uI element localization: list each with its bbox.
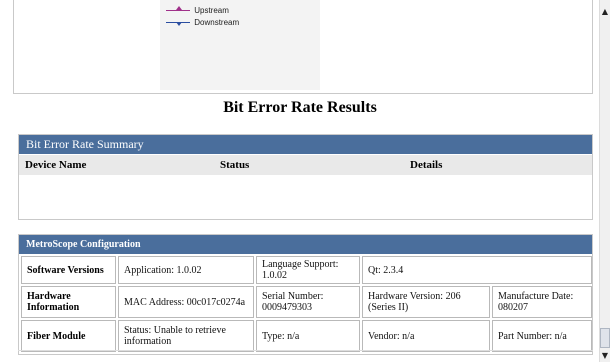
table-row: Software Versions Application: 1.0.02 La… [21, 256, 592, 284]
next-section-edge [18, 350, 593, 362]
cell-fiber-part-number: Part Number: n/a [492, 320, 592, 352]
page-title: Bit Error Rate Results [223, 99, 377, 116]
bert-summary-header: Bit Error Rate Summary [19, 135, 592, 154]
cell-fiber-status: Status: Unable to retrieve information [118, 320, 254, 352]
metroscope-config-table: Software Versions Application: 1.0.02 La… [19, 254, 594, 354]
row-label: Software Versions [21, 256, 116, 284]
cell-hardware-version: Hardware Version: 206 (Series II) [362, 286, 490, 318]
cell-fiber-type: Type: n/a [256, 320, 360, 352]
row-label: Fiber Module [21, 320, 116, 352]
metroscope-config-panel: MetroScope Configuration Software Versio… [18, 234, 593, 355]
column-device-name: Device Name [25, 159, 87, 171]
cell-fiber-vendor: Vendor: n/a [362, 320, 490, 352]
cell-mac-address: MAC Address: 00c017c0274a [118, 286, 254, 318]
cell-qt: Qt: 2.3.4 [362, 256, 592, 284]
cell-serial-number: Serial Number: 0009479303 [256, 286, 360, 318]
column-status: Status [220, 159, 250, 171]
legend-downstream-label: Downstream [194, 18, 240, 27]
metroscope-config-header: MetroScope Configuration [19, 235, 592, 254]
cell-manufacture-date: Manufacture Date: 080207 [492, 286, 592, 318]
legend-upstream-label: Upstream [194, 6, 229, 15]
vertical-scrollbar[interactable]: ▲ ▼ [599, 0, 610, 362]
report-page: Upstream Downstream Bit Error Rate Resul… [0, 0, 600, 362]
upstream-line-icon [166, 6, 190, 12]
cell-language-support: Language Support: 1.0.02 [256, 256, 360, 284]
row-label: Hardware Information [21, 286, 116, 318]
chevron-up-icon[interactable]: ▲ [600, 6, 610, 18]
legend-downstream: Downstream [166, 18, 239, 27]
bert-summary-panel: Bit Error Rate Summary Device Name Statu… [18, 134, 593, 220]
chevron-down-icon[interactable]: ▼ [600, 350, 610, 362]
graph-frame [13, 0, 593, 94]
table-row: Hardware Information MAC Address: 00c017… [21, 286, 592, 318]
downstream-line-icon [166, 22, 190, 27]
column-details: Details [410, 159, 443, 171]
cell-application: Application: 1.0.02 [118, 256, 254, 284]
legend-upstream: Upstream [166, 6, 229, 15]
scrollbar-thumb[interactable] [600, 328, 610, 348]
bert-summary-column-headers: Device Name Status Details [19, 154, 592, 175]
table-row: Fiber Module Status: Unable to retrieve … [21, 320, 592, 352]
